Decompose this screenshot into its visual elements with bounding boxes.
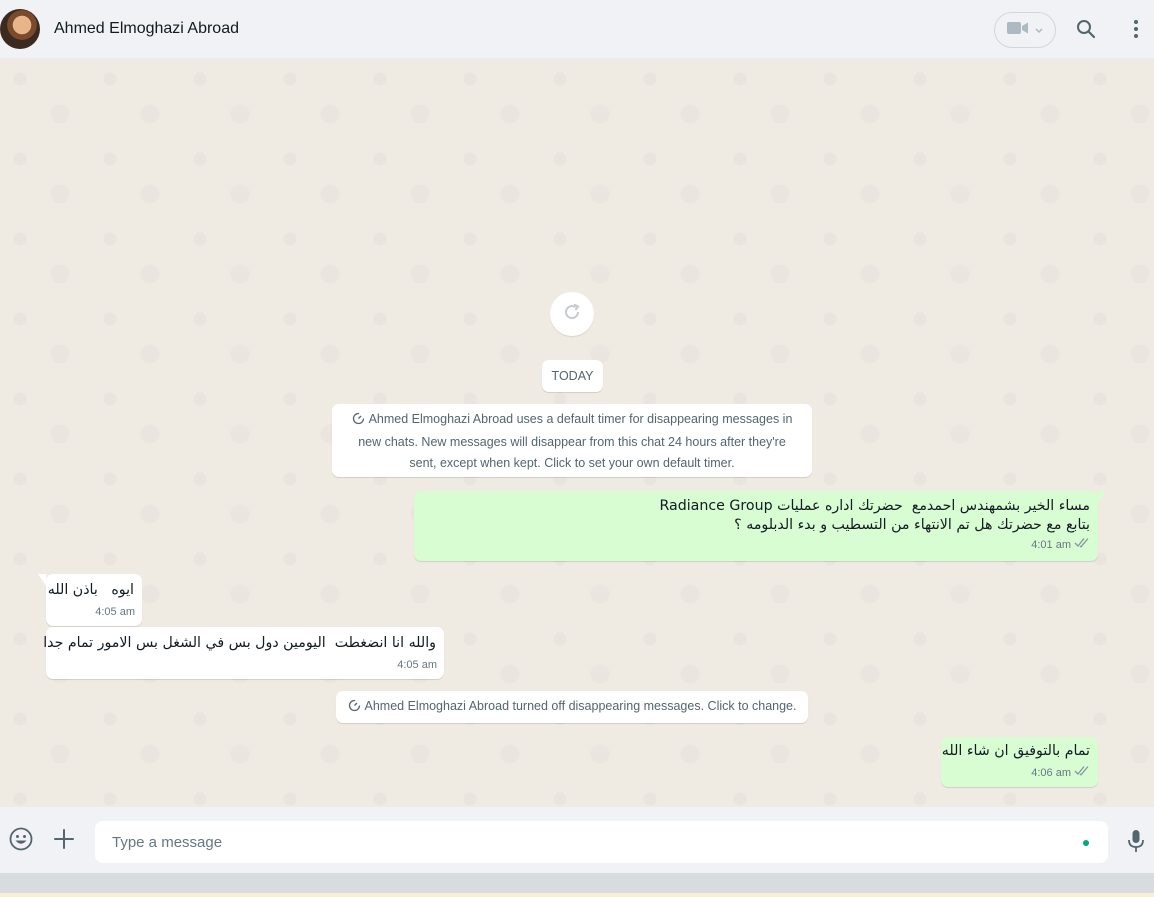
message-text: ايوه باذن الله xyxy=(47,582,134,598)
message-text: تمام بالتوفيق ان شاء الله xyxy=(941,743,1090,759)
message-line: مساء الخير بشمهندس احمدمع حضرتك اداره عم… xyxy=(659,498,1091,514)
video-call-button[interactable] xyxy=(994,12,1056,48)
notice-text: Ahmed Elmoghazi Abroad uses a default ti… xyxy=(358,412,793,470)
timer-icon xyxy=(352,411,365,432)
refresh-icon xyxy=(562,302,582,327)
notice-text: Ahmed Elmoghazi Abroad turned off disapp… xyxy=(364,699,797,713)
message-line: بتابع مع حضرتك هل تم الانتهاء من التسطيب… xyxy=(734,517,1090,533)
message-input[interactable] xyxy=(95,821,1108,863)
chat-header: Ahmed Elmoghazi Abroad xyxy=(0,0,1154,59)
message-meta: 4:05 am xyxy=(95,603,135,622)
message-time: 4:05 am xyxy=(397,659,437,671)
date-divider: TODAY xyxy=(542,360,603,392)
search-icon[interactable] xyxy=(1074,17,1098,41)
contact-name[interactable]: Ahmed Elmoghazi Abroad xyxy=(54,20,239,38)
composer-bar xyxy=(0,807,1154,873)
menu-kebab-icon[interactable] xyxy=(1124,17,1148,41)
input-status-dot xyxy=(1083,840,1089,846)
chevron-down-icon xyxy=(1035,21,1043,39)
attach-plus-icon[interactable] xyxy=(52,827,76,851)
microphone-icon[interactable] xyxy=(1124,828,1148,854)
message-text: مساء الخير بشمهندس احمدمع حضرتك اداره عم… xyxy=(660,497,1091,535)
message-meta: 4:01 am xyxy=(1031,536,1090,555)
contact-avatar[interactable] xyxy=(0,9,40,49)
window-bottom-edge xyxy=(0,873,1154,897)
outgoing-message[interactable]: مساء الخير بشمهندس احمدمع حضرتك اداره عم… xyxy=(414,491,1106,561)
message-time: 4:06 am xyxy=(1031,767,1071,779)
outgoing-message[interactable]: تمام بالتوفيق ان شاء الله 4:06 am xyxy=(941,737,1098,787)
chat-pane[interactable]: TODAY Ahmed Elmoghazi Abroad uses a defa… xyxy=(0,59,1154,807)
emoji-icon[interactable] xyxy=(8,826,34,852)
message-time: 4:01 am xyxy=(1031,539,1071,551)
video-camera-icon xyxy=(1007,21,1029,40)
load-older-button[interactable] xyxy=(550,292,594,336)
double-check-icon xyxy=(1074,764,1090,783)
bubble-tail xyxy=(38,574,46,586)
bubble-tail xyxy=(1098,491,1106,503)
timer-icon xyxy=(348,698,361,719)
message-meta: 4:05 am xyxy=(397,656,437,675)
disappearing-timer-notice[interactable]: Ahmed Elmoghazi Abroad uses a default ti… xyxy=(332,404,812,477)
message-meta: 4:06 am xyxy=(1031,764,1090,783)
disappearing-off-notice[interactable]: Ahmed Elmoghazi Abroad turned off disapp… xyxy=(336,691,808,723)
message-text: والله انا انضغطت اليومين دول بس في الشغل… xyxy=(43,635,436,651)
message-time: 4:05 am xyxy=(95,606,135,618)
incoming-message[interactable]: ايوه باذن الله 4:05 am xyxy=(38,574,142,626)
incoming-message[interactable]: والله انا انضغطت اليومين دول بس في الشغل… xyxy=(43,627,444,679)
double-check-icon xyxy=(1074,536,1090,555)
